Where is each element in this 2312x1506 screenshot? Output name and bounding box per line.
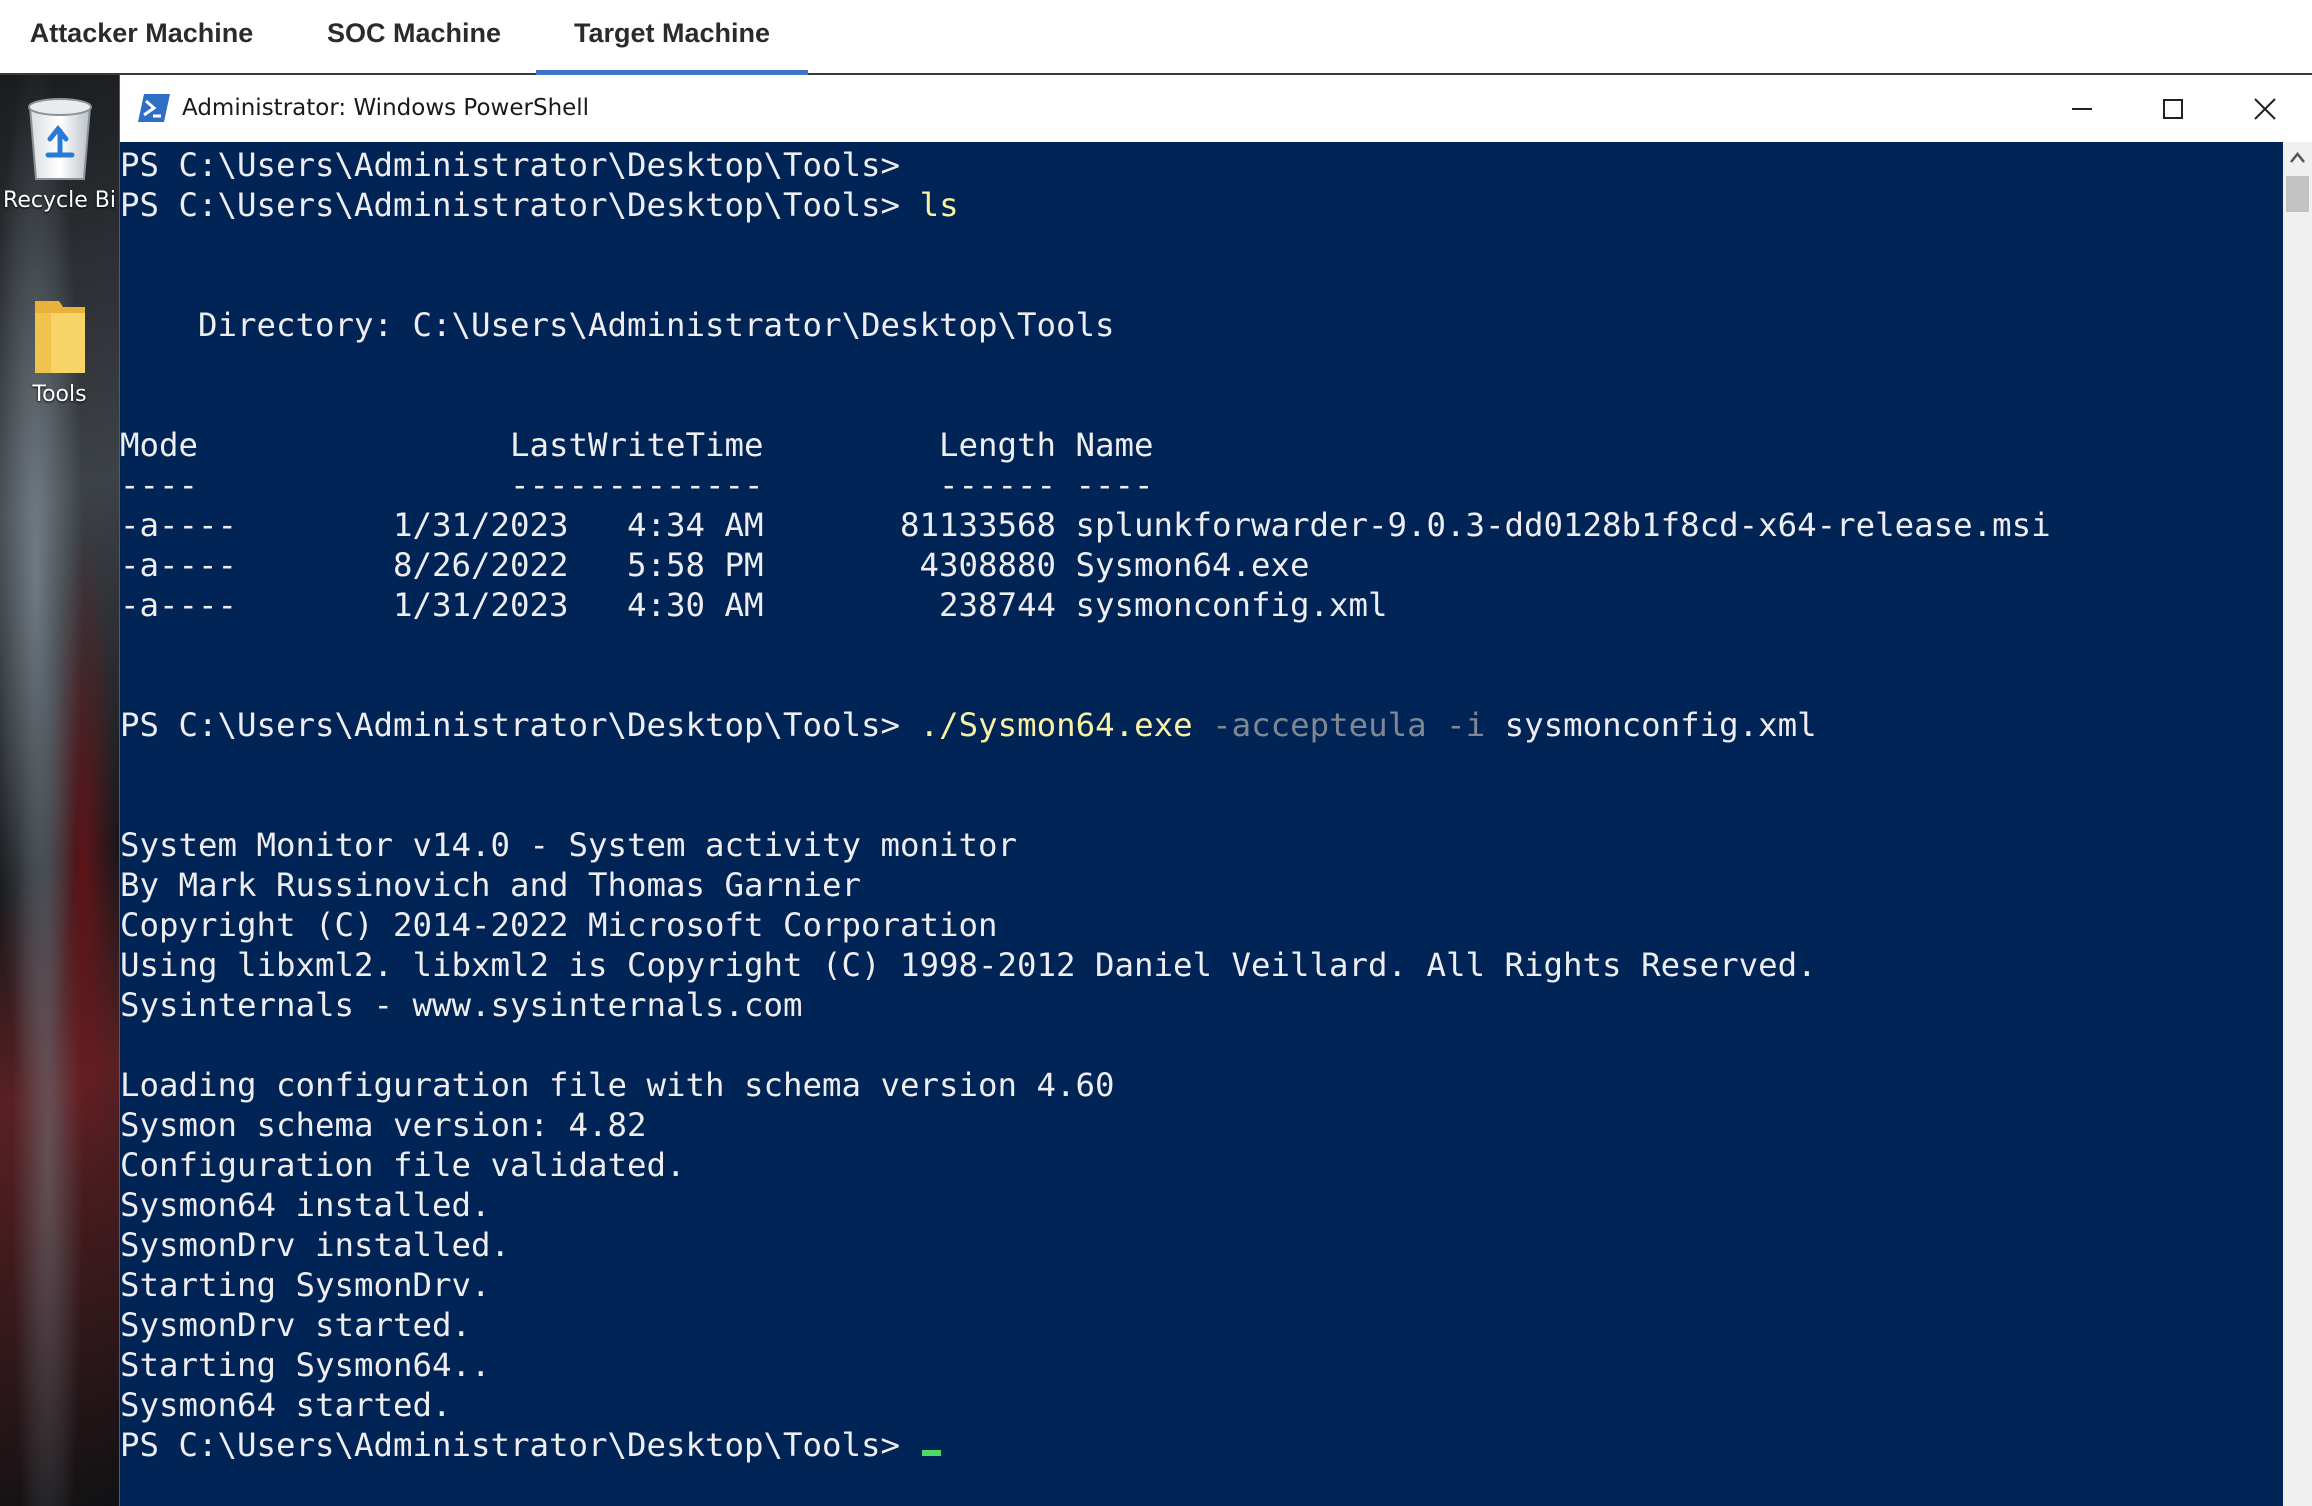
output-line: Starting Sysmon64.. (120, 1346, 491, 1384)
tab-attacker-machine[interactable]: Attacker Machine (0, 0, 283, 73)
desktop-icon-label: Tools (32, 382, 87, 407)
powershell-icon (138, 94, 170, 122)
folder-icon (34, 301, 85, 373)
tab-soc-machine[interactable]: SOC Machine (300, 0, 528, 73)
command-sysmon-exe: ./Sysmon64.exe (919, 706, 1193, 744)
directory-line: Directory: C:\Users\Administrator\Deskto… (120, 306, 1115, 344)
desktop-icon-recycle-bin[interactable]: Recycle Bi (0, 89, 119, 213)
banner-line: Sysinternals - www.sysinternals.com (120, 986, 803, 1024)
maximize-icon (2163, 98, 2183, 119)
desktop-icon-label: Recycle Bi (3, 188, 116, 213)
desktop-background: Recycle Bi Tools (0, 75, 119, 1506)
prompt: PS C:\Users\Administrator\Desktop\Tools> (120, 1426, 901, 1464)
output-line: Sysmon64 installed. (120, 1186, 491, 1224)
banner-line: By Mark Russinovich and Thomas Garnier (120, 866, 862, 904)
banner-line: System Monitor v14.0 - System activity m… (120, 826, 1018, 864)
banner-line: Copyright (C) 2014-2022 Microsoft Corpor… (120, 906, 998, 944)
command-ls: ls (919, 186, 959, 224)
chevron-up-icon (2290, 152, 2305, 163)
output-line: Configuration file validated. (120, 1146, 686, 1184)
output-line: SysmonDrv installed. (120, 1226, 511, 1264)
arg-config-file: sysmonconfig.xml (1504, 706, 1817, 744)
prompt: PS C:\Users\Administrator\Desktop\Tools> (120, 706, 901, 744)
prompt: PS C:\Users\Administrator\Desktop\Tools> (120, 186, 901, 224)
output-line: Starting SysmonDrv. (120, 1266, 491, 1304)
close-icon (2254, 97, 2276, 120)
listing-row: -a---- 1/31/2023 4:30 AM 238744 sysmonco… (120, 586, 1388, 624)
scrollbar-thumb[interactable] (2286, 176, 2309, 212)
tab-target-machine[interactable]: Target Machine (536, 0, 808, 75)
prompt: PS C:\Users\Administrator\Desktop\Tools> (120, 146, 901, 184)
powershell-window: Administrator: Windows PowerShell PS C:\… (119, 75, 2312, 1506)
param-accepteula: -accepteula (1212, 706, 1427, 744)
listing-row: -a---- 8/26/2022 5:58 PM 4308880 Sysmon6… (120, 546, 1310, 584)
output-line: SysmonDrv started. (120, 1306, 472, 1344)
output-line: Loading configuration file with schema v… (120, 1066, 1115, 1104)
machine-tab-bar: Attacker Machine SOC Machine Target Mach… (0, 0, 2312, 75)
minimize-icon (2072, 107, 2092, 110)
scroll-up-button[interactable] (2283, 142, 2312, 174)
minimize-button[interactable] (2037, 75, 2127, 142)
console-text: PS C:\Users\Administrator\Desktop\Tools>… (120, 145, 2051, 1465)
console-output[interactable]: PS C:\Users\Administrator\Desktop\Tools>… (120, 142, 2283, 1506)
desktop-icon-tools-folder[interactable]: Tools (0, 297, 119, 407)
output-line: Sysmon64 started. (120, 1386, 452, 1424)
listing-underline: ---- ------------- ------ ---- (120, 466, 1154, 504)
maximize-button[interactable] (2128, 75, 2218, 142)
banner-line: Using libxml2. libxml2 is Copyright (C) … (120, 946, 1817, 984)
vertical-scrollbar[interactable] (2283, 142, 2312, 1506)
output-line: Sysmon schema version: 4.82 (120, 1106, 647, 1144)
listing-row: -a---- 1/31/2023 4:34 AM 81133568 splunk… (120, 506, 2051, 544)
text-cursor (921, 1450, 941, 1456)
window-title-bar[interactable]: Administrator: Windows PowerShell (120, 75, 2312, 142)
close-button[interactable] (2220, 75, 2310, 142)
listing-header: Mode LastWriteTime Length Name (120, 426, 1154, 464)
recycle-bin-icon (27, 98, 92, 180)
param-install: -i (1446, 706, 1486, 744)
window-title: Administrator: Windows PowerShell (182, 95, 590, 121)
